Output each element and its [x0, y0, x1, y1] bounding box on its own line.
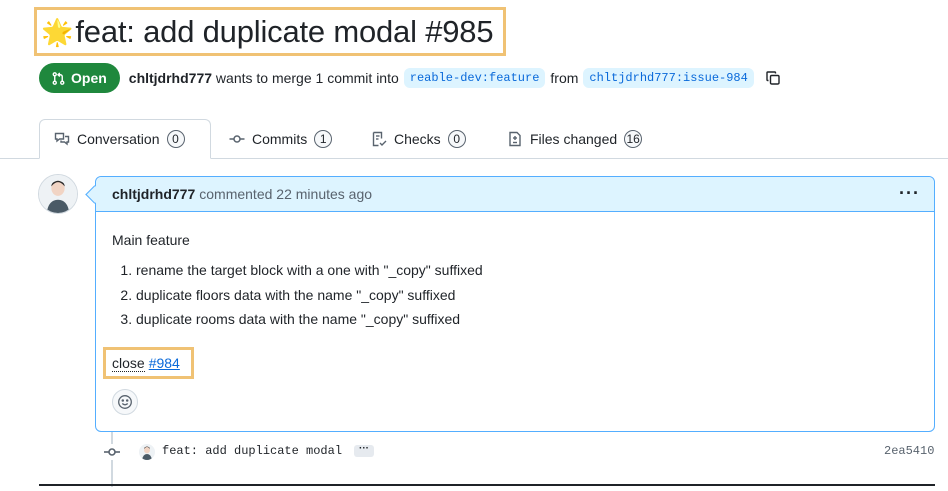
tab-counter: 0 [166, 130, 185, 148]
list-item: duplicate rooms data with the name "_cop… [136, 311, 918, 328]
kebab-menu-icon[interactable]: ··· [899, 183, 920, 204]
checklist-icon [372, 131, 387, 147]
commit-message-link[interactable]: feat: add duplicate modal [162, 444, 342, 458]
comment-body: Main feature rename the target block wit… [96, 212, 934, 328]
copy-icon[interactable] [765, 70, 781, 86]
tab-label: Files changed [530, 131, 618, 147]
add-reaction-button[interactable] [112, 389, 138, 415]
list-item: duplicate floors data with the name "_co… [136, 287, 918, 304]
tab-label: Conversation [77, 131, 160, 147]
tab-files-changed[interactable]: Files changed 16 [493, 119, 656, 159]
commit-author-avatar[interactable] [139, 444, 155, 460]
pr-meta: Open chltjdrhd777 wants to merge 1 commi… [39, 63, 781, 93]
commit-timeline-item: feat: add duplicate modal ··· 2ea5410 [0, 438, 948, 466]
pr-state-label: Open [71, 70, 107, 86]
close-issue-highlight: close #984 [103, 347, 194, 379]
base-branch[interactable]: reable-dev:feature [403, 68, 546, 88]
tab-label: Commits [252, 131, 308, 147]
from-text: from [550, 70, 579, 86]
tab-checks[interactable]: Checks 0 [357, 119, 480, 159]
pr-author-link[interactable]: chltjdrhd777 [129, 70, 212, 86]
feature-list: rename the target block with a one with … [112, 262, 918, 328]
issue-link[interactable]: #984 [149, 355, 180, 371]
expand-commit-button[interactable]: ··· [354, 444, 374, 457]
pr-state-badge: Open [39, 63, 120, 93]
tab-label: Checks [394, 131, 441, 147]
merge-description: chltjdrhd777 wants to merge 1 commit int… [129, 70, 399, 86]
author-avatar[interactable] [38, 174, 78, 214]
list-item: rename the target block with a one with … [136, 262, 918, 279]
comment-action: commented [199, 186, 273, 202]
tab-conversation[interactable]: Conversation 0 [39, 119, 211, 159]
comment-author-link[interactable]: chltjdrhd777 [112, 186, 195, 202]
pr-tabs: Conversation 0 Commits 1 Checks 0 Files … [0, 119, 948, 159]
tab-counter: 1 [314, 130, 333, 148]
merge-text: wants to merge 1 commit into [215, 70, 399, 86]
commit-sha-link[interactable]: 2ea5410 [884, 444, 934, 458]
head-branch[interactable]: chltjdrhd777:issue-984 [583, 68, 754, 88]
comment-timestamp[interactable]: 22 minutes ago [276, 186, 372, 202]
star-emoji-icon: 🌟 [41, 16, 74, 47]
tab-commits[interactable]: Commits 1 [215, 119, 346, 159]
tab-counter: 16 [624, 130, 643, 148]
comment-header: chltjdrhd777 commented 22 minutes ago ··… [96, 177, 934, 212]
git-pull-request-icon [52, 71, 65, 85]
file-diff-icon [509, 131, 521, 147]
close-keyword: close [112, 354, 145, 372]
pr-description-comment: chltjdrhd777 commented 22 minutes ago ··… [95, 176, 935, 432]
git-commit-icon [104, 444, 120, 460]
timeline-divider [39, 484, 935, 486]
comment-discussion-icon [54, 132, 70, 146]
pr-title-highlight: 🌟 feat: add duplicate modal #985 [34, 7, 506, 56]
pr-title: feat: add duplicate modal #985 [75, 13, 494, 49]
comment-intro: Main feature [112, 232, 190, 248]
tab-counter: 0 [447, 130, 466, 148]
smiley-icon [118, 395, 132, 409]
git-commit-icon [229, 135, 245, 143]
